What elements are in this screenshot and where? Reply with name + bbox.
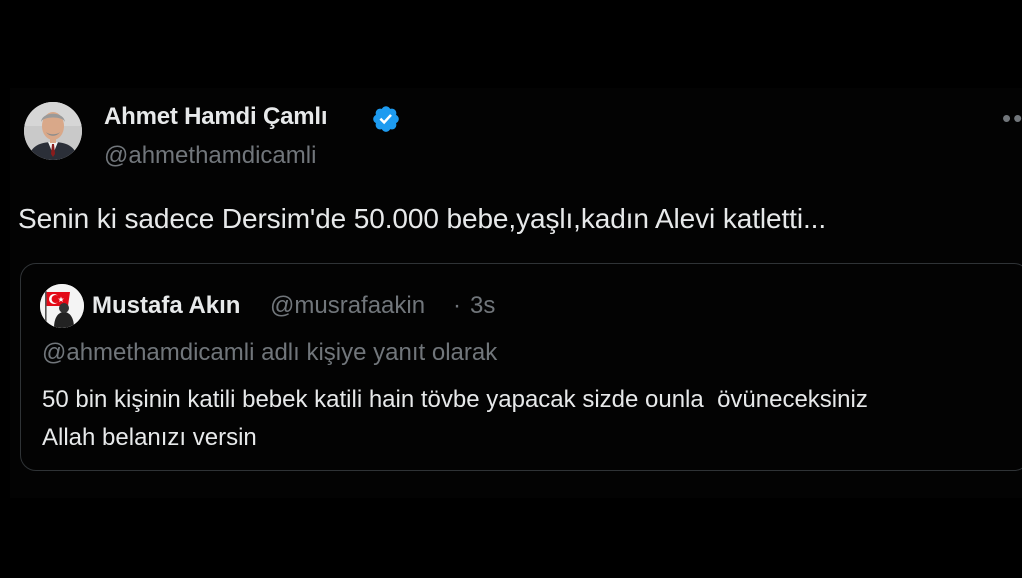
quoted-author-display-name[interactable]: Mustafa Akın	[92, 292, 240, 320]
quoted-author-handle[interactable]: @musrafaakin	[270, 292, 425, 320]
author-display-name[interactable]: Ahmet Hamdi Çamlı	[104, 103, 328, 131]
screen: Ahmet Hamdi Çamlı @ahmethamdicamli ••• S…	[0, 0, 1022, 578]
profile-photo-icon	[24, 102, 82, 160]
separator-dot: ·	[453, 292, 461, 319]
reply-to-label: @ahmethamdicamli adlı kişiye yanıt olara…	[42, 339, 498, 366]
author-handle[interactable]: @ahmethamdicamli	[104, 142, 316, 170]
quoted-author-avatar[interactable]	[40, 284, 84, 328]
quoted-timestamp[interactable]: 3s	[470, 292, 495, 320]
tweet-text: Senin ki sadece Dersim'de 50.000 bebe,ya…	[18, 203, 826, 234]
quoted-tweet-text: 50 bin kişinin katili bebek katili hain …	[42, 386, 868, 451]
more-horizontal-icon[interactable]: •••	[1002, 104, 1022, 132]
verified-badge-icon	[373, 106, 399, 132]
turkish-flag-avatar-icon	[40, 284, 84, 328]
author-avatar[interactable]	[24, 102, 82, 160]
